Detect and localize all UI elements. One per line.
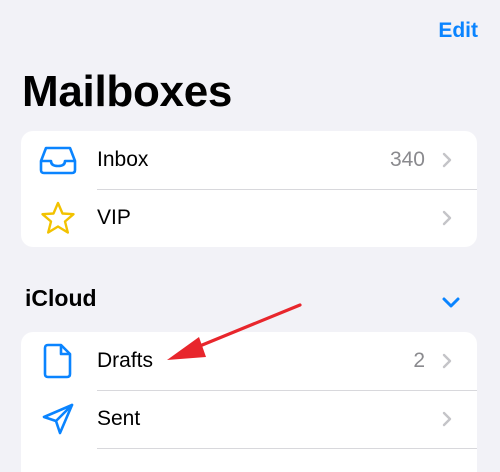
section-title-icloud: iCloud bbox=[25, 285, 97, 311]
chevron-down-icon[interactable] bbox=[440, 295, 462, 311]
page-title: Mailboxes bbox=[22, 67, 233, 116]
inbox-tray-icon bbox=[38, 140, 78, 180]
mailbox-label: Sent bbox=[97, 407, 141, 430]
paper-plane-icon bbox=[38, 399, 78, 439]
star-icon bbox=[38, 198, 78, 238]
mailbox-row-vip[interactable]: VIP bbox=[21, 189, 477, 247]
edit-button[interactable]: Edit bbox=[438, 19, 478, 43]
divider bbox=[97, 448, 477, 449]
chevron-right-icon bbox=[442, 411, 452, 427]
chevron-right-icon bbox=[442, 210, 452, 226]
mailbox-row-inbox[interactable]: Inbox 340 bbox=[21, 131, 477, 189]
mailboxes-list: Inbox 340 VIP bbox=[21, 131, 477, 247]
icloud-mailboxes-list: Drafts 2 Sent bbox=[21, 332, 477, 472]
unread-count: 340 bbox=[389, 148, 425, 171]
mailbox-label: Drafts bbox=[97, 349, 154, 372]
mailbox-row-drafts[interactable]: Drafts 2 bbox=[21, 332, 477, 390]
mailbox-row-sent[interactable]: Sent bbox=[21, 390, 477, 448]
draft-count: 2 bbox=[413, 349, 425, 372]
chevron-right-icon bbox=[442, 152, 452, 168]
mailbox-label: VIP bbox=[97, 206, 131, 229]
document-icon bbox=[38, 341, 78, 381]
mailbox-label: Inbox bbox=[97, 148, 149, 171]
chevron-right-icon bbox=[442, 353, 452, 369]
